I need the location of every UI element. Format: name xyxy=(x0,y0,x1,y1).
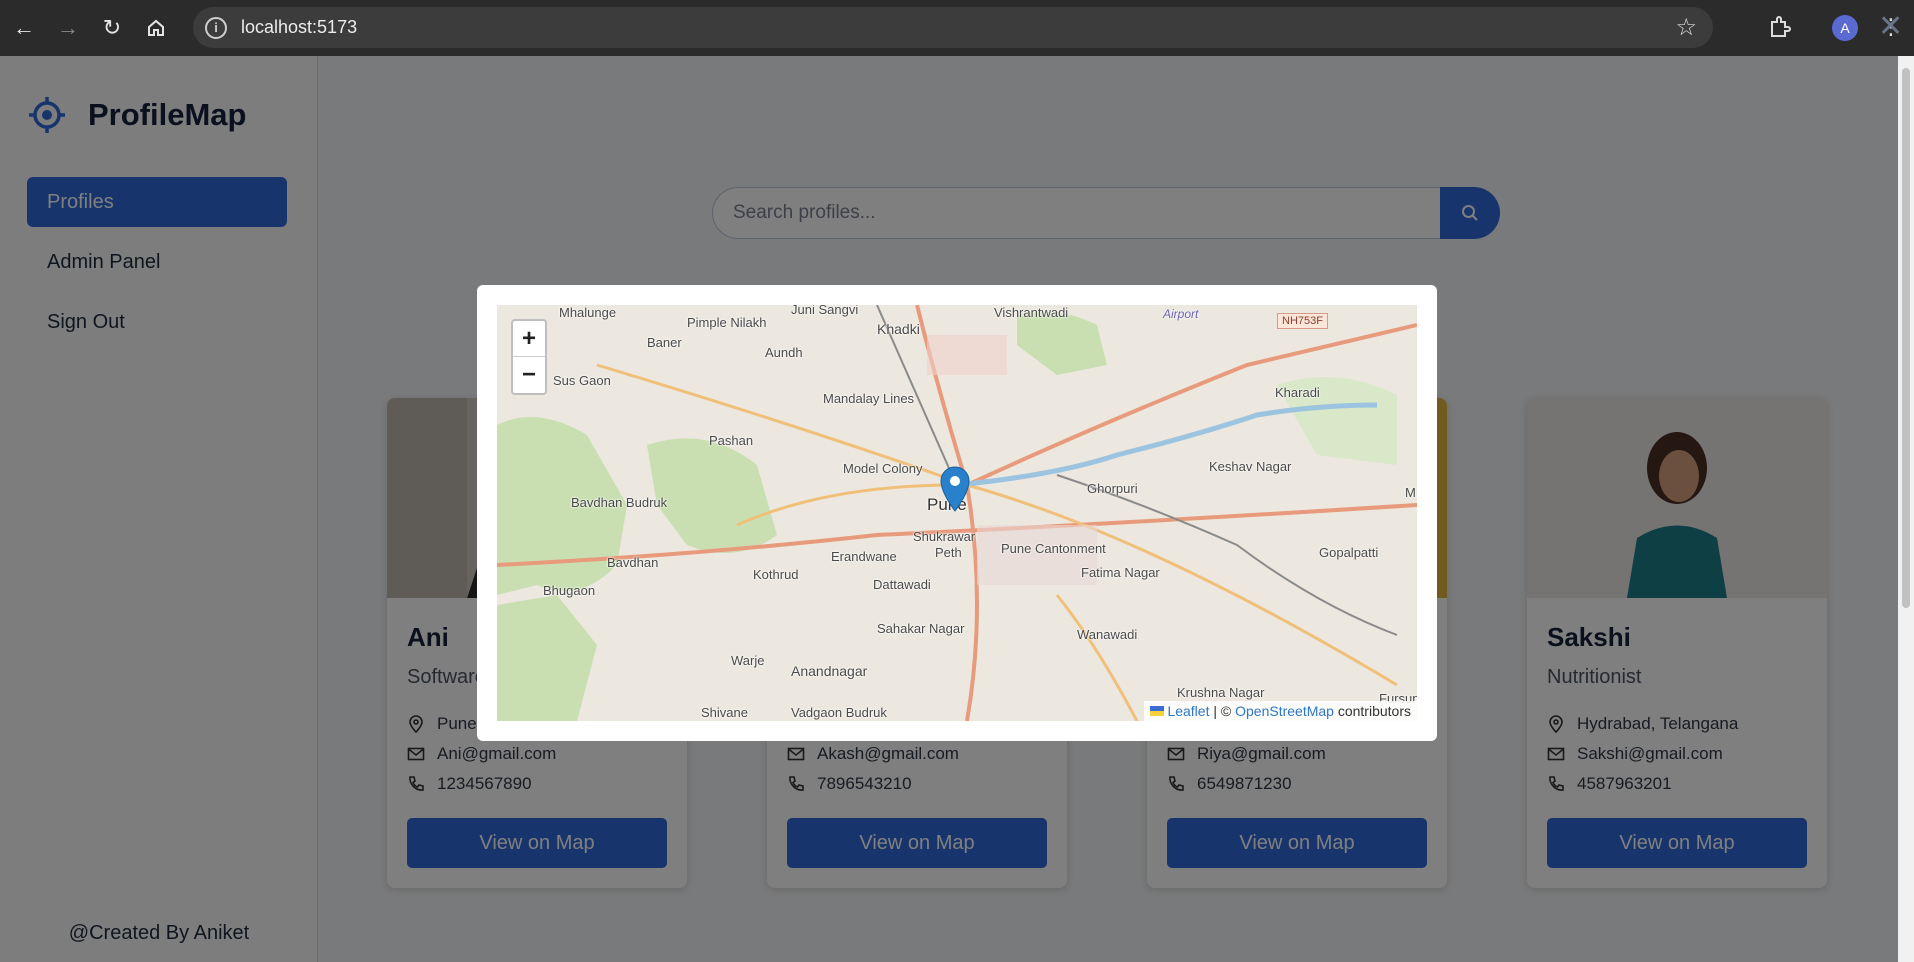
map-label: Anandnagar xyxy=(791,663,868,679)
map-label: Mhalunge xyxy=(559,305,617,320)
bookmark-star-icon[interactable]: ☆ xyxy=(1675,13,1697,42)
map-label: NH753F xyxy=(1277,313,1328,329)
map-label: Peth xyxy=(935,545,962,560)
leaflet-link[interactable]: Leaflet xyxy=(1167,703,1209,719)
map-label: Kharadi xyxy=(1275,385,1320,400)
url-text: localhost:5173 xyxy=(241,17,358,37)
map-label: Gopalpatti xyxy=(1319,545,1379,560)
map-label: Shukrawar xyxy=(913,529,976,544)
back-icon[interactable]: ← xyxy=(2,6,46,50)
map-label: Krushna Nagar xyxy=(1177,685,1265,700)
map-label: Khadki xyxy=(877,321,920,337)
zoom-control: + − xyxy=(511,319,547,395)
map-label: Dattawadi xyxy=(873,577,931,592)
map-label: Sus Gaon xyxy=(553,373,611,388)
address-bar[interactable]: i localhost:5173 ☆ xyxy=(193,7,1713,48)
ukraine-flag-icon xyxy=(1150,706,1165,716)
map-marker-icon[interactable] xyxy=(939,465,971,513)
map-label: Bavdhan xyxy=(607,555,659,570)
map-attribution: Leaflet | © OpenStreetMap contributors xyxy=(1144,701,1417,721)
map-label: Pashan xyxy=(709,433,754,448)
reload-icon[interactable]: ↻ xyxy=(90,6,134,50)
browser-profile-avatar[interactable]: A xyxy=(1832,15,1858,41)
openstreetmap-link[interactable]: OpenStreetMap xyxy=(1235,703,1334,719)
map-label: Vadgaon Budruk xyxy=(791,705,887,720)
map-label: Pimple Nilakh xyxy=(687,315,767,330)
extensions-icon[interactable] xyxy=(1764,12,1794,42)
map-modal: Mhalunge Juni Sangvi Khadki Vishrantwadi… xyxy=(477,285,1437,741)
map-label: Bhugaon xyxy=(543,583,596,598)
close-icon[interactable]: ✕ xyxy=(1878,12,1903,42)
map-label: Airport xyxy=(1163,307,1199,321)
map-label: Ghorpuri xyxy=(1087,481,1138,496)
scrollbar-thumb[interactable] xyxy=(1902,68,1910,608)
map-view[interactable]: Mhalunge Juni Sangvi Khadki Vishrantwadi… xyxy=(497,305,1417,721)
home-icon[interactable] xyxy=(134,6,178,50)
map-label: Model Colony xyxy=(843,461,923,476)
map-label: Vishrantwadi xyxy=(994,305,1069,320)
map-label: Mandalay Lines xyxy=(823,391,915,406)
page-scrollbar[interactable] xyxy=(1898,56,1914,962)
map-label: Bavdhan Budruk xyxy=(571,495,668,510)
map-label: Pune Cantonment xyxy=(1001,541,1106,556)
map-label: Baner xyxy=(647,335,682,350)
map-label: Aundh xyxy=(765,345,803,360)
attribution-separator: | © xyxy=(1209,703,1236,719)
attribution-suffix: contributors xyxy=(1333,703,1411,719)
map-label: Keshav Nagar xyxy=(1209,459,1292,474)
map-label: Juni Sangvi xyxy=(791,305,859,317)
map-label: Wanawadi xyxy=(1077,627,1138,642)
forward-icon[interactable]: → xyxy=(46,6,90,50)
map-label: Kothrud xyxy=(753,567,799,582)
zoom-in-button[interactable]: + xyxy=(513,321,545,357)
modal-backdrop-sidebar[interactable] xyxy=(0,56,318,962)
zoom-out-button[interactable]: − xyxy=(513,357,545,393)
map-label: Warje xyxy=(731,653,765,668)
site-info-icon[interactable]: i xyxy=(205,16,227,39)
browser-toolbar: ← → ↻ i localhost:5173 ☆ A ⋮ xyxy=(0,0,1914,56)
map-label: Erandwane xyxy=(831,549,897,564)
map-label: Sahakar Nagar xyxy=(877,621,965,636)
map-label: M xyxy=(1405,485,1416,500)
map-label: Shivane xyxy=(701,705,748,720)
map-label: Fatima Nagar xyxy=(1081,565,1160,580)
